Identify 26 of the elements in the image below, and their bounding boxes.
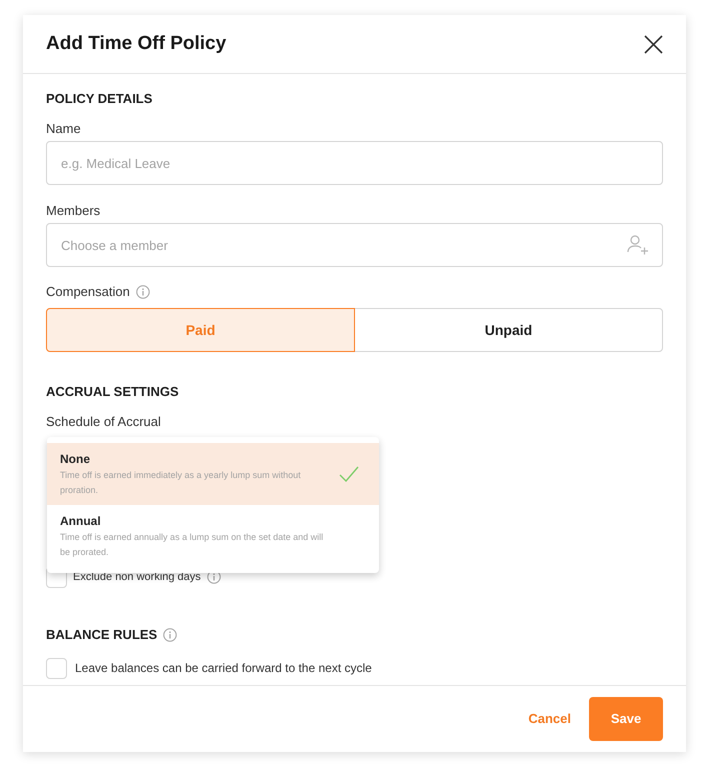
compensation-option[interactable]: Unpaid	[354, 308, 663, 352]
dropdown-option[interactable]: None Time off is earned immediately as a yearly lump sum without proration.	[47, 443, 379, 505]
section-heading: BALANCE RULES	[46, 626, 158, 644]
members-field[interactable]: Choose a member	[46, 223, 663, 267]
field-label: Name	[46, 120, 82, 136]
field-label: Schedule of Accrual	[46, 413, 162, 429]
checkbox-label: Leave balances can be carried forward to the next cycle	[75, 660, 372, 677]
option-description: Time off is earned annually as a lump sum on the set date and will be prorated.	[60, 531, 324, 559]
checkbox-label: Exclude non working days	[73, 570, 201, 585]
checkbox[interactable]	[46, 658, 67, 678]
dialog-title: Add Time Off Policy	[46, 32, 226, 56]
close-icon[interactable]	[644, 34, 663, 54]
option-title: None	[60, 451, 91, 468]
info-icon[interactable]	[136, 284, 150, 298]
section-heading: POLICY DETAILS	[46, 90, 154, 107]
info-icon[interactable]	[163, 628, 178, 642]
info-icon[interactable]	[206, 570, 221, 584]
field-label: Compensation	[46, 282, 130, 301]
section-heading: ACCRUAL SETTINGS	[46, 383, 180, 400]
dropdown-option[interactable]: Annual Time off is earned annually as a lump sum on the set date and will be prorated.	[47, 505, 379, 567]
option-title: Annual	[60, 513, 102, 530]
field-label: Members	[46, 202, 102, 218]
add-user-icon[interactable]	[627, 235, 649, 255]
check-icon	[339, 466, 359, 482]
option-description: Time off is earned immediately as a yearly lump sum without proration.	[60, 469, 302, 497]
name-field[interactable]: e.g. Medical Leave	[46, 141, 663, 185]
